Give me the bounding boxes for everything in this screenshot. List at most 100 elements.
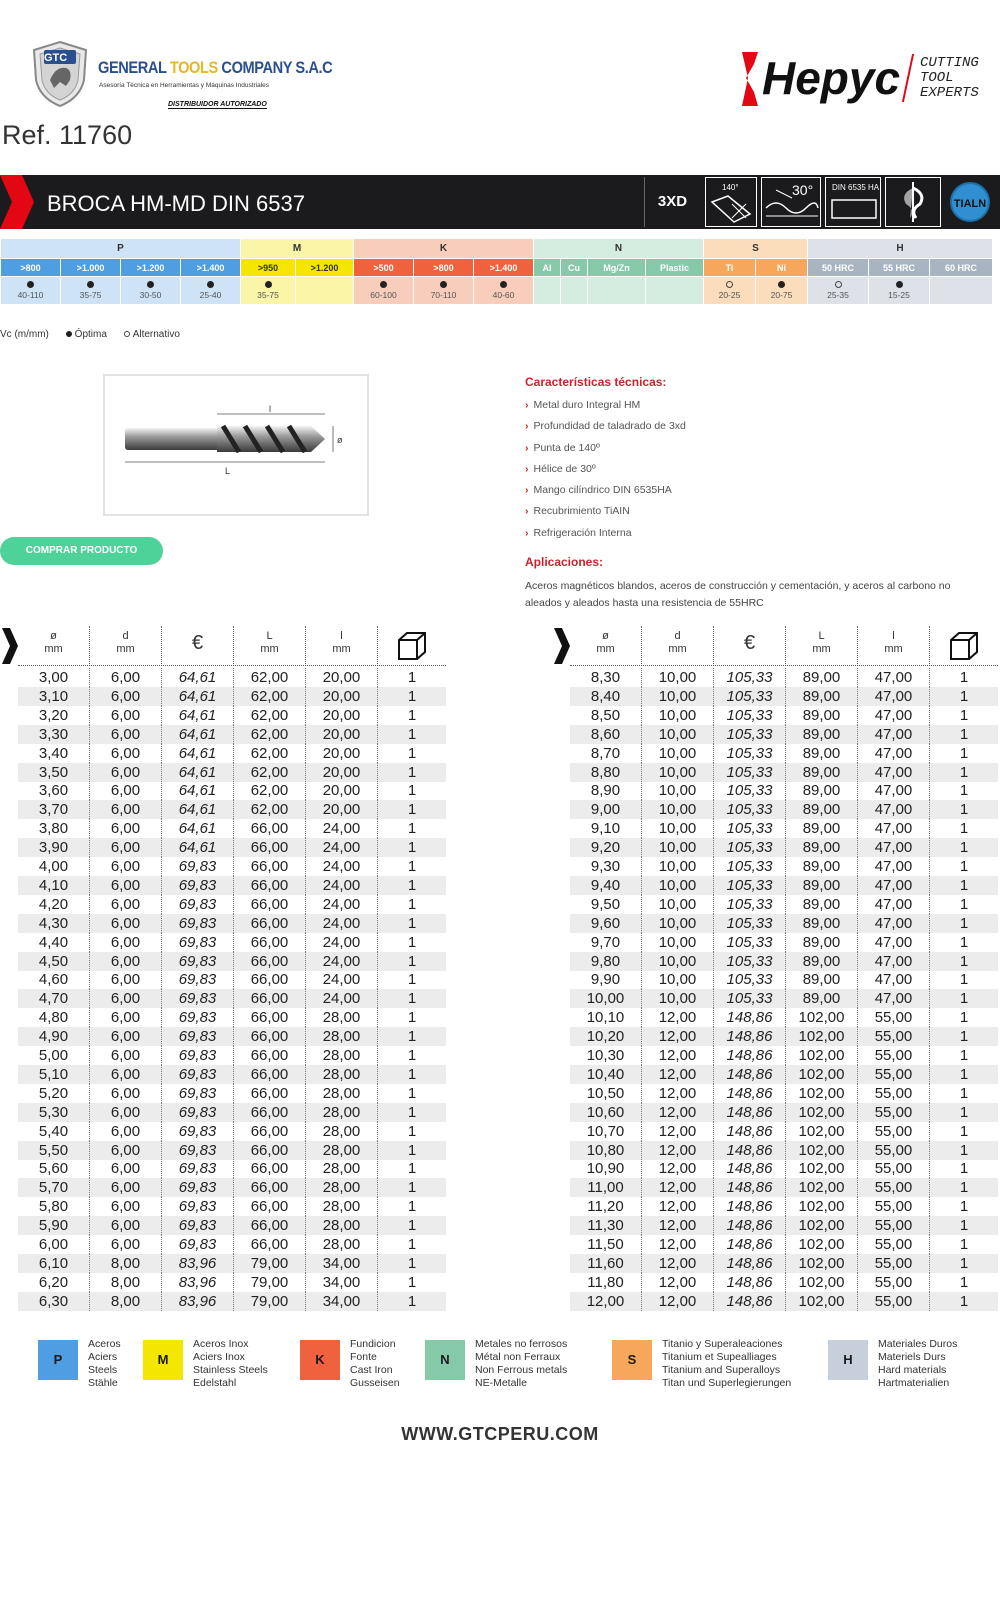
table-cell: 24,00 <box>306 894 378 914</box>
table-cell: 69,83 <box>162 1027 234 1047</box>
applications-text: Aceros magnéticos blandos, aceros de con… <box>525 580 951 609</box>
table-cell: 8,40 <box>570 686 642 706</box>
table-cell: 69,83 <box>162 989 234 1009</box>
table-cell: 6,00 <box>90 1197 162 1217</box>
material-names: Materiales Duros Materiels Durs Hard mater… <box>878 1338 958 1389</box>
table-row: 5,10 6,00 69,83 66,00 28,00 1 <box>18 1064 446 1084</box>
material-code-square: K <box>300 1340 340 1380</box>
table-cell: 12,00 <box>642 1083 714 1103</box>
material-subgroup: >1.200 <box>120 258 181 277</box>
cutting-speed-cell: 30-50 <box>120 276 181 305</box>
table-cell: 28,00 <box>306 1197 378 1217</box>
table-cell: 69,83 <box>162 1083 234 1103</box>
table-cell: 66,00 <box>234 970 306 990</box>
table-cell: 9,40 <box>570 875 642 895</box>
table-cell: 4,70 <box>18 989 90 1009</box>
table-cell: 1 <box>407 1084 417 1102</box>
product-reference: Ref. 11760 <box>2 120 133 150</box>
table-cell: 47,00 <box>858 686 930 706</box>
table-cell: 6,00 <box>18 1235 90 1254</box>
table-cell: 105,33 <box>714 781 786 801</box>
table-cell: 6,30 <box>18 1291 90 1311</box>
table-cell: 10,00 <box>642 781 714 801</box>
table-cell: 47,00 <box>858 951 930 971</box>
table-cell: 69,83 <box>162 1216 234 1236</box>
table-cell: 148,86 <box>714 1178 786 1198</box>
table-cell: 28,00 <box>306 1027 378 1047</box>
table-cell: 62,00 <box>234 781 306 801</box>
table-cell: 62,00 <box>234 762 306 782</box>
table-cell: 10,90 <box>570 1159 642 1179</box>
internal-coolant-icon <box>904 182 924 222</box>
table-cell: 102,00 <box>786 1235 858 1254</box>
table-cell: 1 <box>407 782 417 800</box>
table-cell: 1 <box>407 933 417 951</box>
table-cell: 66,00 <box>234 1140 306 1160</box>
table-cell: 1 <box>959 1084 969 1102</box>
table-cell: 9,60 <box>570 913 642 933</box>
table-cell: 105,33 <box>714 913 786 933</box>
optimal-dot-icon <box>207 281 214 288</box>
brand-tagline: CUTTING TOOL EXPERTS <box>920 55 979 101</box>
table-cell: 24,00 <box>306 913 378 933</box>
table-row: 9,70 10,00 105,33 89,00 47,00 1 <box>570 932 998 952</box>
table-row: 9,30 10,00 105,33 89,00 47,00 1 <box>570 857 998 876</box>
table-cell: 102,00 <box>786 1046 858 1065</box>
table-cell: 12,00 <box>642 1291 714 1311</box>
table-row: 5,00 6,00 69,83 66,00 28,00 1 <box>18 1046 446 1065</box>
table-cell: 3,90 <box>18 838 90 858</box>
table-row: 4,50 6,00 69,83 66,00 24,00 1 <box>18 951 446 971</box>
table-cell: 5,70 <box>18 1178 90 1198</box>
table-cell: 6,00 <box>90 1083 162 1103</box>
table-cell: 105,33 <box>714 951 786 971</box>
table-row: 3,70 6,00 64,61 62,00 20,00 1 <box>18 800 446 820</box>
table-cell: 47,00 <box>858 838 930 858</box>
table-cell: 10,40 <box>570 1064 642 1084</box>
table-cell: 3,80 <box>18 819 90 839</box>
material-subgroup: Plastic <box>645 258 704 277</box>
table-cell: 69,83 <box>162 932 234 952</box>
table-cell: 24,00 <box>306 819 378 839</box>
table-row: 10,50 12,00 148,86 102,00 55,00 1 <box>570 1083 998 1103</box>
table-cell: 1 <box>959 1198 969 1216</box>
table-cell: 6,00 <box>90 894 162 914</box>
alternative-dot-icon <box>834 281 842 288</box>
column-header: l mm <box>858 626 930 664</box>
table-cell: 10,00 <box>642 875 714 895</box>
table-cell: 66,00 <box>234 857 306 876</box>
svg-text:30°: 30° <box>792 182 813 198</box>
table-cell: 10,00 <box>642 800 714 820</box>
buy-product-button[interactable]: COMPRAR PRODUCTO <box>0 537 163 565</box>
table-cell: 10,60 <box>570 1102 642 1122</box>
table-row: 3,80 6,00 64,61 66,00 24,00 1 <box>18 819 446 839</box>
table-cell: 55,00 <box>858 1235 930 1254</box>
material-subgroup: >1.400 <box>180 258 241 277</box>
table-cell: 69,83 <box>162 1102 234 1122</box>
cutting-speed-cell <box>533 276 561 305</box>
material-subgroup: Ni <box>755 258 808 277</box>
column-header: Lmm <box>786 626 858 664</box>
chevron-right-icon: › <box>525 505 529 518</box>
table-row: 8,60 10,00 105,33 89,00 47,00 1 <box>570 724 998 744</box>
table-cell: 102,00 <box>786 1216 858 1236</box>
table-row: 5,30 6,00 69,83 66,00 28,00 1 <box>18 1102 446 1122</box>
svg-text:140°: 140° <box>722 183 739 192</box>
website-link[interactable]: WWW.GTCPERU.COM <box>0 1424 1000 1445</box>
table-cell: 66,00 <box>234 1064 306 1084</box>
table-row: 4,30 6,00 69,83 66,00 24,00 1 <box>18 913 446 933</box>
spec-item: › Recubrimiento TiAIN <box>525 505 630 518</box>
table-row: 5,20 6,00 69,83 66,00 28,00 1 <box>18 1083 446 1103</box>
table-cell: 8,90 <box>570 781 642 801</box>
table-cell: 1 <box>407 858 417 875</box>
optimal-dot-icon <box>778 281 785 288</box>
table-cell: 8,70 <box>570 743 642 763</box>
table-cell: 55,00 <box>858 1027 930 1047</box>
table-cell: 12,00 <box>642 1178 714 1198</box>
table-cell: 6,00 <box>90 1140 162 1160</box>
table-cell: 148,86 <box>714 1046 786 1065</box>
table-cell: 55,00 <box>858 1102 930 1122</box>
table-cell: 6,00 <box>90 781 162 801</box>
table-cell: 47,00 <box>858 762 930 782</box>
column-header: d mm <box>642 626 714 664</box>
table-cell: 6,00 <box>90 762 162 782</box>
